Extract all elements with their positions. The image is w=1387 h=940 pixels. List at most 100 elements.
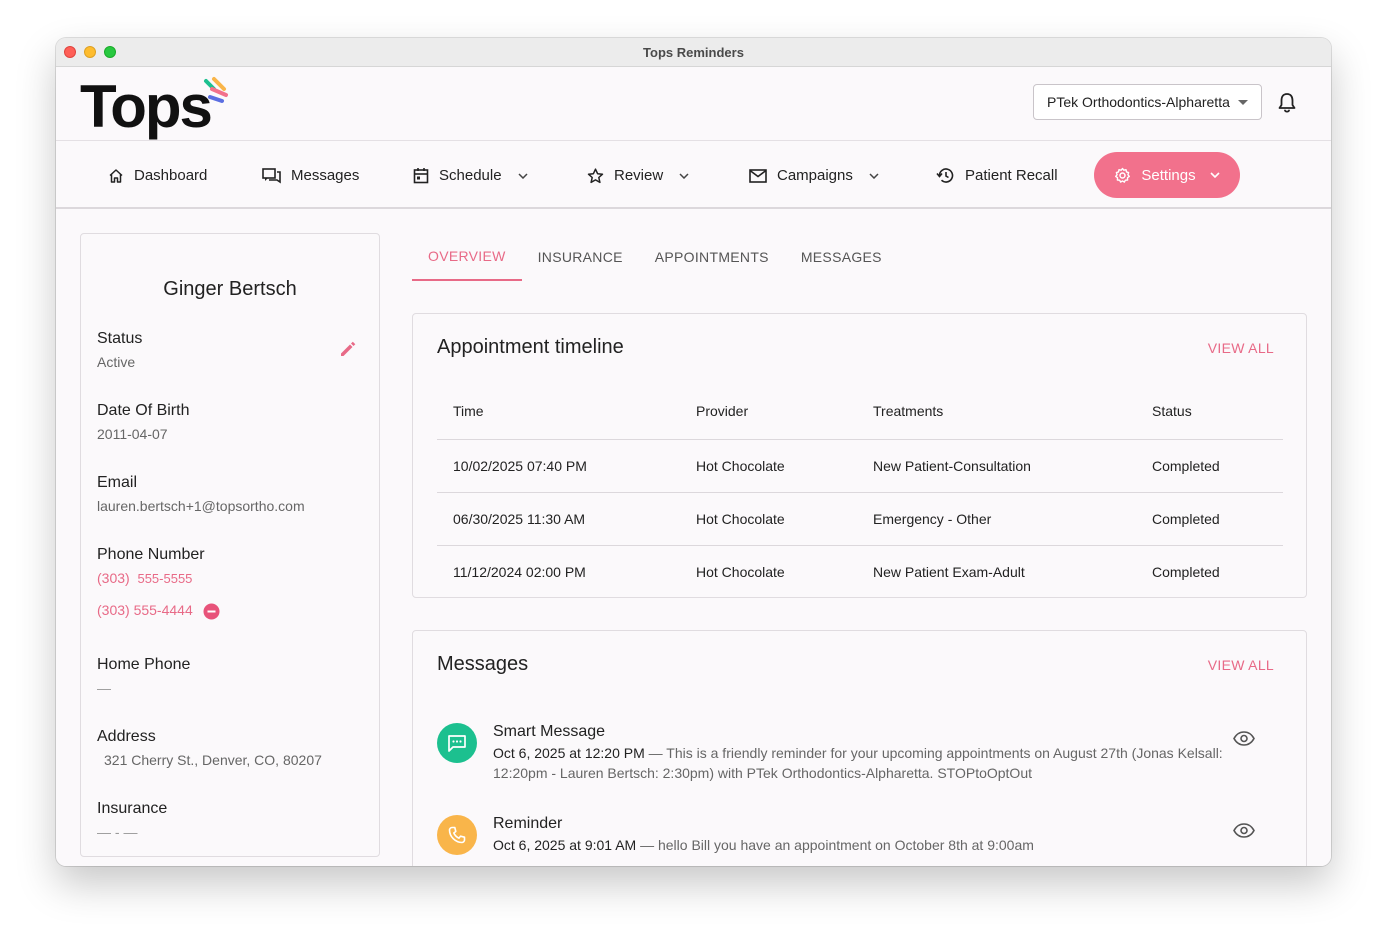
chevron-down-icon [518, 172, 528, 179]
phone-label: Phone Number [97, 546, 205, 563]
appointment-status: Completed [1136, 492, 1283, 546]
home-phone-field: Home Phone — [97, 656, 190, 696]
nav-schedule[interactable]: Schedule [413, 142, 528, 209]
email-label: Email [97, 474, 138, 491]
close-window-button[interactable] [64, 46, 76, 58]
list-item: Smart Message Oct 6, 2025 at 12:20 PM — … [437, 723, 1283, 793]
appointment-provider: Hot Chocolate [680, 492, 857, 546]
main-nav: Dashboard Messages Schedule Review Campa… [56, 142, 1331, 209]
app-header: Tops PTek Orthodontics-Alpharetta [56, 67, 1331, 141]
chevron-down-icon [1210, 172, 1220, 178]
nav-dashboard[interactable]: Dashboard [108, 142, 207, 209]
nav-messages[interactable]: Messages [262, 142, 359, 209]
tab-insurance[interactable]: INSURANCE [522, 233, 639, 281]
phone-1-number[interactable]: 555-5555 [137, 571, 192, 586]
minimize-window-button[interactable] [84, 46, 96, 58]
main-content: Ginger Bertsch Status Active Date Of Bir… [56, 209, 1331, 866]
appointment-timeline-title: Appointment timeline [437, 336, 624, 358]
bell-icon[interactable] [1277, 92, 1297, 114]
column-header-time: Time [437, 384, 680, 440]
dob-field: Date Of Birth 2011-04-07 [97, 402, 189, 442]
message-date: Oct 6, 2025 at 12:20 PM [493, 745, 645, 761]
dob-value: 2011-04-07 [97, 426, 168, 442]
list-item: Reminder Oct 6, 2025 at 9:01 AM — hello … [437, 815, 1283, 866]
remove-phone-icon[interactable] [203, 603, 220, 620]
nav-schedule-label: Schedule [439, 167, 502, 184]
home-phone-label: Home Phone [97, 656, 191, 673]
eye-icon[interactable] [1233, 731, 1255, 746]
appointment-time: 06/30/2025 11:30 AM [437, 492, 680, 546]
messages-view-all-link[interactable]: VIEW ALL [1208, 657, 1274, 673]
table-row[interactable]: 10/02/2025 07:40 PM Hot Chocolate New Pa… [437, 439, 1283, 493]
message-body: Reminder Oct 6, 2025 at 9:01 AM — hello … [493, 815, 1233, 855]
patient-tabs: OVERVIEW INSURANCE APPOINTMENTS MESSAGES [412, 233, 898, 281]
pencil-icon[interactable] [339, 340, 357, 358]
appointment-time: 10/02/2025 07:40 PM [437, 439, 680, 493]
appointment-treatment: Emergency - Other [857, 492, 1136, 546]
nav-review[interactable]: Review [587, 142, 689, 209]
address-field: Address 321 Cherry St., Denver, CO, 8020… [97, 728, 322, 768]
phone-icon [437, 815, 477, 855]
messages-panel: Messages VIEW ALL Smart Message Oct 6, 2… [412, 630, 1307, 866]
phone-1: (303) 555-5555 [97, 570, 220, 586]
messages-title: Messages [437, 653, 529, 675]
nav-campaigns[interactable]: Campaigns [749, 142, 879, 209]
chat-bubble-icon [437, 723, 477, 763]
maximize-window-button[interactable] [104, 46, 116, 58]
insurance-value: — - — [97, 824, 138, 840]
tab-appointments[interactable]: APPOINTMENTS [639, 233, 785, 281]
appointment-status: Completed [1136, 439, 1283, 493]
dob-label: Date Of Birth [97, 402, 190, 419]
appointment-status: Completed [1152, 563, 1220, 580]
appointment-provider: Hot Chocolate [696, 563, 785, 580]
message-body: Smart Message Oct 6, 2025 at 12:20 PM — … [493, 723, 1233, 783]
address-value: 321 Cherry St., Denver, CO, 80207 [104, 752, 322, 768]
phone-2[interactable]: (303) 555-4444 [97, 602, 193, 618]
settings-button[interactable]: Settings [1094, 152, 1240, 198]
message-text-row: Oct 6, 2025 at 9:01 AM — hello Bill you … [493, 835, 1233, 855]
chevron-down-icon [679, 172, 689, 179]
appointment-timeline-panel: Appointment timeline VIEW ALL Time Provi… [412, 313, 1307, 598]
chevron-down-icon [869, 172, 879, 179]
appointment-provider: Hot Chocolate [680, 439, 857, 493]
message-date: Oct 6, 2025 at 9:01 AM [493, 837, 637, 853]
history-icon [936, 168, 954, 183]
status-label: Status [97, 330, 143, 347]
table-header-row: Time Provider Treatments Status [437, 384, 1283, 440]
message-type: Reminder [493, 815, 563, 832]
appointment-time: 11/12/2024 02:00 PM [453, 563, 586, 580]
tab-messages[interactable]: MESSAGES [785, 233, 898, 281]
email-value: lauren.bertsch+1@topsortho.com [97, 498, 305, 514]
nav-patient-recall[interactable]: Patient Recall [936, 142, 1058, 209]
app-window: Tops Reminders Tops PTek Orthodontics-Al… [56, 38, 1331, 866]
logo-stripes-icon [204, 77, 228, 103]
caret-down-icon [1238, 100, 1248, 105]
messages-icon [262, 167, 281, 183]
message-separator: — [644, 745, 667, 761]
home-icon [109, 168, 123, 183]
calendar-icon [413, 168, 429, 184]
phone-field: Phone Number (303) 555-5555 (303) 555-44… [97, 546, 220, 620]
eye-icon[interactable] [1233, 823, 1255, 838]
column-header-treatments: Treatments [857, 384, 1136, 440]
tops-logo[interactable]: Tops [80, 75, 240, 139]
envelope-icon [749, 168, 767, 183]
appointments-view-all-link[interactable]: VIEW ALL [1208, 340, 1274, 356]
message-text-row: Oct 6, 2025 at 12:20 PM — This is a frie… [493, 743, 1233, 783]
phone-1-area[interactable]: (303) [97, 570, 130, 586]
status-field: Status Active [97, 330, 142, 370]
table-row[interactable]: 06/30/2025 11:30 AM Hot Chocolate Emerge… [437, 492, 1283, 546]
address-label: Address [97, 728, 156, 745]
window-title: Tops Reminders [643, 44, 744, 60]
appointment-treatment: New Patient Exam-Adult [873, 563, 1025, 580]
title-bar: Tops Reminders [56, 38, 1331, 67]
nav-patient-recall-label: Patient Recall [965, 167, 1058, 184]
appointments-table: Time Provider Treatments Status 10/02/20… [437, 384, 1283, 597]
tab-overview[interactable]: OVERVIEW [412, 233, 522, 281]
patient-profile-card: Ginger Bertsch Status Active Date Of Bir… [80, 233, 380, 857]
location-select[interactable]: PTek Orthodontics-Alpharetta [1033, 84, 1262, 120]
phone-2-row: (303) 555-4444 [97, 602, 220, 620]
nav-review-label: Review [614, 167, 664, 184]
appointment-treatment: New Patient-Consultation [857, 439, 1136, 493]
table-row[interactable]: 11/12/2024 02:00 PM Hot Chocolate New Pa… [437, 545, 1283, 597]
